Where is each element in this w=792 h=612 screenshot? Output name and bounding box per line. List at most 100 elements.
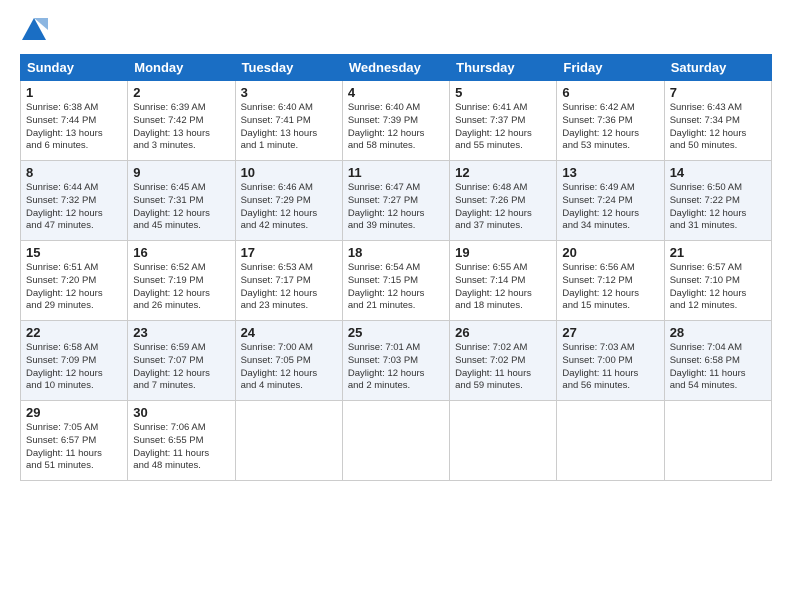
day-number: 30: [133, 405, 229, 420]
day-info: Sunrise: 6:58 AM Sunset: 7:09 PM Dayligh…: [26, 342, 122, 393]
calendar-cell: [342, 401, 449, 481]
calendar-header-monday: Monday: [128, 55, 235, 81]
day-info: Sunrise: 6:39 AM Sunset: 7:42 PM Dayligh…: [133, 102, 229, 153]
calendar-header-wednesday: Wednesday: [342, 55, 449, 81]
day-number: 18: [348, 245, 444, 260]
day-number: 2: [133, 85, 229, 100]
calendar-cell: 4 Sunrise: 6:40 AM Sunset: 7:39 PM Daylig…: [342, 81, 449, 161]
day-info: Sunrise: 6:40 AM Sunset: 7:39 PM Dayligh…: [348, 102, 444, 153]
day-number: 1: [26, 85, 122, 100]
calendar-cell: 19 Sunrise: 6:55 AM Sunset: 7:14 PM Dayli…: [450, 241, 557, 321]
day-info: Sunrise: 6:55 AM Sunset: 7:14 PM Dayligh…: [455, 262, 551, 313]
day-info: Sunrise: 6:56 AM Sunset: 7:12 PM Dayligh…: [562, 262, 658, 313]
day-number: 29: [26, 405, 122, 420]
calendar-cell: 28 Sunrise: 7:04 AM Sunset: 6:58 PM Dayli…: [664, 321, 771, 401]
day-number: 6: [562, 85, 658, 100]
day-number: 7: [670, 85, 766, 100]
day-number: 15: [26, 245, 122, 260]
calendar-cell: 25 Sunrise: 7:01 AM Sunset: 7:03 PM Dayli…: [342, 321, 449, 401]
calendar-cell: 10 Sunrise: 6:46 AM Sunset: 7:29 PM Dayli…: [235, 161, 342, 241]
day-info: Sunrise: 6:45 AM Sunset: 7:31 PM Dayligh…: [133, 182, 229, 233]
calendar-week-2: 8 Sunrise: 6:44 AM Sunset: 7:32 PM Daylig…: [21, 161, 772, 241]
day-info: Sunrise: 6:52 AM Sunset: 7:19 PM Dayligh…: [133, 262, 229, 313]
calendar-header-thursday: Thursday: [450, 55, 557, 81]
day-number: 26: [455, 325, 551, 340]
day-info: Sunrise: 6:43 AM Sunset: 7:34 PM Dayligh…: [670, 102, 766, 153]
day-number: 13: [562, 165, 658, 180]
day-info: Sunrise: 6:40 AM Sunset: 7:41 PM Dayligh…: [241, 102, 337, 153]
day-info: Sunrise: 6:47 AM Sunset: 7:27 PM Dayligh…: [348, 182, 444, 233]
calendar-cell: 15 Sunrise: 6:51 AM Sunset: 7:20 PM Dayli…: [21, 241, 128, 321]
day-info: Sunrise: 6:49 AM Sunset: 7:24 PM Dayligh…: [562, 182, 658, 233]
day-number: 20: [562, 245, 658, 260]
calendar-cell: 20 Sunrise: 6:56 AM Sunset: 7:12 PM Dayli…: [557, 241, 664, 321]
day-info: Sunrise: 6:50 AM Sunset: 7:22 PM Dayligh…: [670, 182, 766, 233]
day-info: Sunrise: 6:48 AM Sunset: 7:26 PM Dayligh…: [455, 182, 551, 233]
calendar-cell: 27Sunrise: 7:03 AM Sunset: 7:00 PM Dayli…: [557, 321, 664, 401]
day-number: 28: [670, 325, 766, 340]
calendar-cell: 29Sunrise: 7:05 AM Sunset: 6:57 PM Dayli…: [21, 401, 128, 481]
day-info: Sunrise: 7:01 AM Sunset: 7:03 PM Dayligh…: [348, 342, 444, 393]
day-number: 3: [241, 85, 337, 100]
calendar-cell: 23 Sunrise: 6:59 AM Sunset: 7:07 PM Dayli…: [128, 321, 235, 401]
day-number: 16: [133, 245, 229, 260]
day-info: Sunrise: 7:00 AM Sunset: 7:05 PM Dayligh…: [241, 342, 337, 393]
day-info: Sunrise: 6:46 AM Sunset: 7:29 PM Dayligh…: [241, 182, 337, 233]
day-number: 17: [241, 245, 337, 260]
calendar-header-friday: Friday: [557, 55, 664, 81]
day-info: Sunrise: 6:44 AM Sunset: 7:32 PM Dayligh…: [26, 182, 122, 233]
calendar-cell: 5 Sunrise: 6:41 AM Sunset: 7:37 PM Daylig…: [450, 81, 557, 161]
logo: [20, 16, 52, 44]
calendar-cell: 18Sunrise: 6:54 AM Sunset: 7:15 PM Dayli…: [342, 241, 449, 321]
calendar-week-3: 15 Sunrise: 6:51 AM Sunset: 7:20 PM Dayli…: [21, 241, 772, 321]
calendar-header-saturday: Saturday: [664, 55, 771, 81]
day-number: 5: [455, 85, 551, 100]
calendar-cell: 9Sunrise: 6:45 AM Sunset: 7:31 PM Daylig…: [128, 161, 235, 241]
calendar-cell: 21 Sunrise: 6:57 AM Sunset: 7:10 PM Dayli…: [664, 241, 771, 321]
calendar-cell: [235, 401, 342, 481]
day-number: 19: [455, 245, 551, 260]
calendar-cell: 13 Sunrise: 6:49 AM Sunset: 7:24 PM Dayli…: [557, 161, 664, 241]
calendar-cell: 14 Sunrise: 6:50 AM Sunset: 7:22 PM Dayli…: [664, 161, 771, 241]
day-info: Sunrise: 6:51 AM Sunset: 7:20 PM Dayligh…: [26, 262, 122, 313]
day-number: 14: [670, 165, 766, 180]
day-number: 21: [670, 245, 766, 260]
day-info: Sunrise: 6:53 AM Sunset: 7:17 PM Dayligh…: [241, 262, 337, 313]
calendar-week-5: 29Sunrise: 7:05 AM Sunset: 6:57 PM Dayli…: [21, 401, 772, 481]
calendar-cell: 8 Sunrise: 6:44 AM Sunset: 7:32 PM Daylig…: [21, 161, 128, 241]
calendar-cell: 30 Sunrise: 7:06 AM Sunset: 6:55 PM Dayli…: [128, 401, 235, 481]
calendar-cell: 16 Sunrise: 6:52 AM Sunset: 7:19 PM Dayli…: [128, 241, 235, 321]
calendar-cell: 7 Sunrise: 6:43 AM Sunset: 7:34 PM Daylig…: [664, 81, 771, 161]
day-info: Sunrise: 6:38 AM Sunset: 7:44 PM Dayligh…: [26, 102, 122, 153]
day-number: 27: [562, 325, 658, 340]
day-number: 22: [26, 325, 122, 340]
calendar-week-4: 22 Sunrise: 6:58 AM Sunset: 7:09 PM Dayli…: [21, 321, 772, 401]
day-info: Sunrise: 7:02 AM Sunset: 7:02 PM Dayligh…: [455, 342, 551, 393]
calendar-cell: 12 Sunrise: 6:48 AM Sunset: 7:26 PM Dayli…: [450, 161, 557, 241]
day-number: 10: [241, 165, 337, 180]
header: [20, 16, 772, 44]
day-number: 25: [348, 325, 444, 340]
calendar-cell: 11Sunrise: 6:47 AM Sunset: 7:27 PM Dayli…: [342, 161, 449, 241]
day-info: Sunrise: 7:06 AM Sunset: 6:55 PM Dayligh…: [133, 422, 229, 473]
day-info: Sunrise: 6:59 AM Sunset: 7:07 PM Dayligh…: [133, 342, 229, 393]
day-number: 12: [455, 165, 551, 180]
day-info: Sunrise: 7:04 AM Sunset: 6:58 PM Dayligh…: [670, 342, 766, 393]
calendar-cell: 26 Sunrise: 7:02 AM Sunset: 7:02 PM Dayli…: [450, 321, 557, 401]
calendar-header-sunday: Sunday: [21, 55, 128, 81]
day-number: 8: [26, 165, 122, 180]
calendar-header-row: SundayMondayTuesdayWednesdayThursdayFrid…: [21, 55, 772, 81]
calendar-cell: 3 Sunrise: 6:40 AM Sunset: 7:41 PM Daylig…: [235, 81, 342, 161]
day-info: Sunrise: 6:41 AM Sunset: 7:37 PM Dayligh…: [455, 102, 551, 153]
calendar-header-tuesday: Tuesday: [235, 55, 342, 81]
day-number: 4: [348, 85, 444, 100]
day-number: 23: [133, 325, 229, 340]
logo-icon: [20, 16, 48, 44]
calendar-page: SundayMondayTuesdayWednesdayThursdayFrid…: [0, 0, 792, 612]
calendar-cell: 2 Sunrise: 6:39 AM Sunset: 7:42 PM Daylig…: [128, 81, 235, 161]
calendar-cell: 17 Sunrise: 6:53 AM Sunset: 7:17 PM Dayli…: [235, 241, 342, 321]
calendar-cell: 6Sunrise: 6:42 AM Sunset: 7:36 PM Daylig…: [557, 81, 664, 161]
day-info: Sunrise: 6:57 AM Sunset: 7:10 PM Dayligh…: [670, 262, 766, 313]
calendar-cell: [557, 401, 664, 481]
calendar-cell: 22 Sunrise: 6:58 AM Sunset: 7:09 PM Dayli…: [21, 321, 128, 401]
